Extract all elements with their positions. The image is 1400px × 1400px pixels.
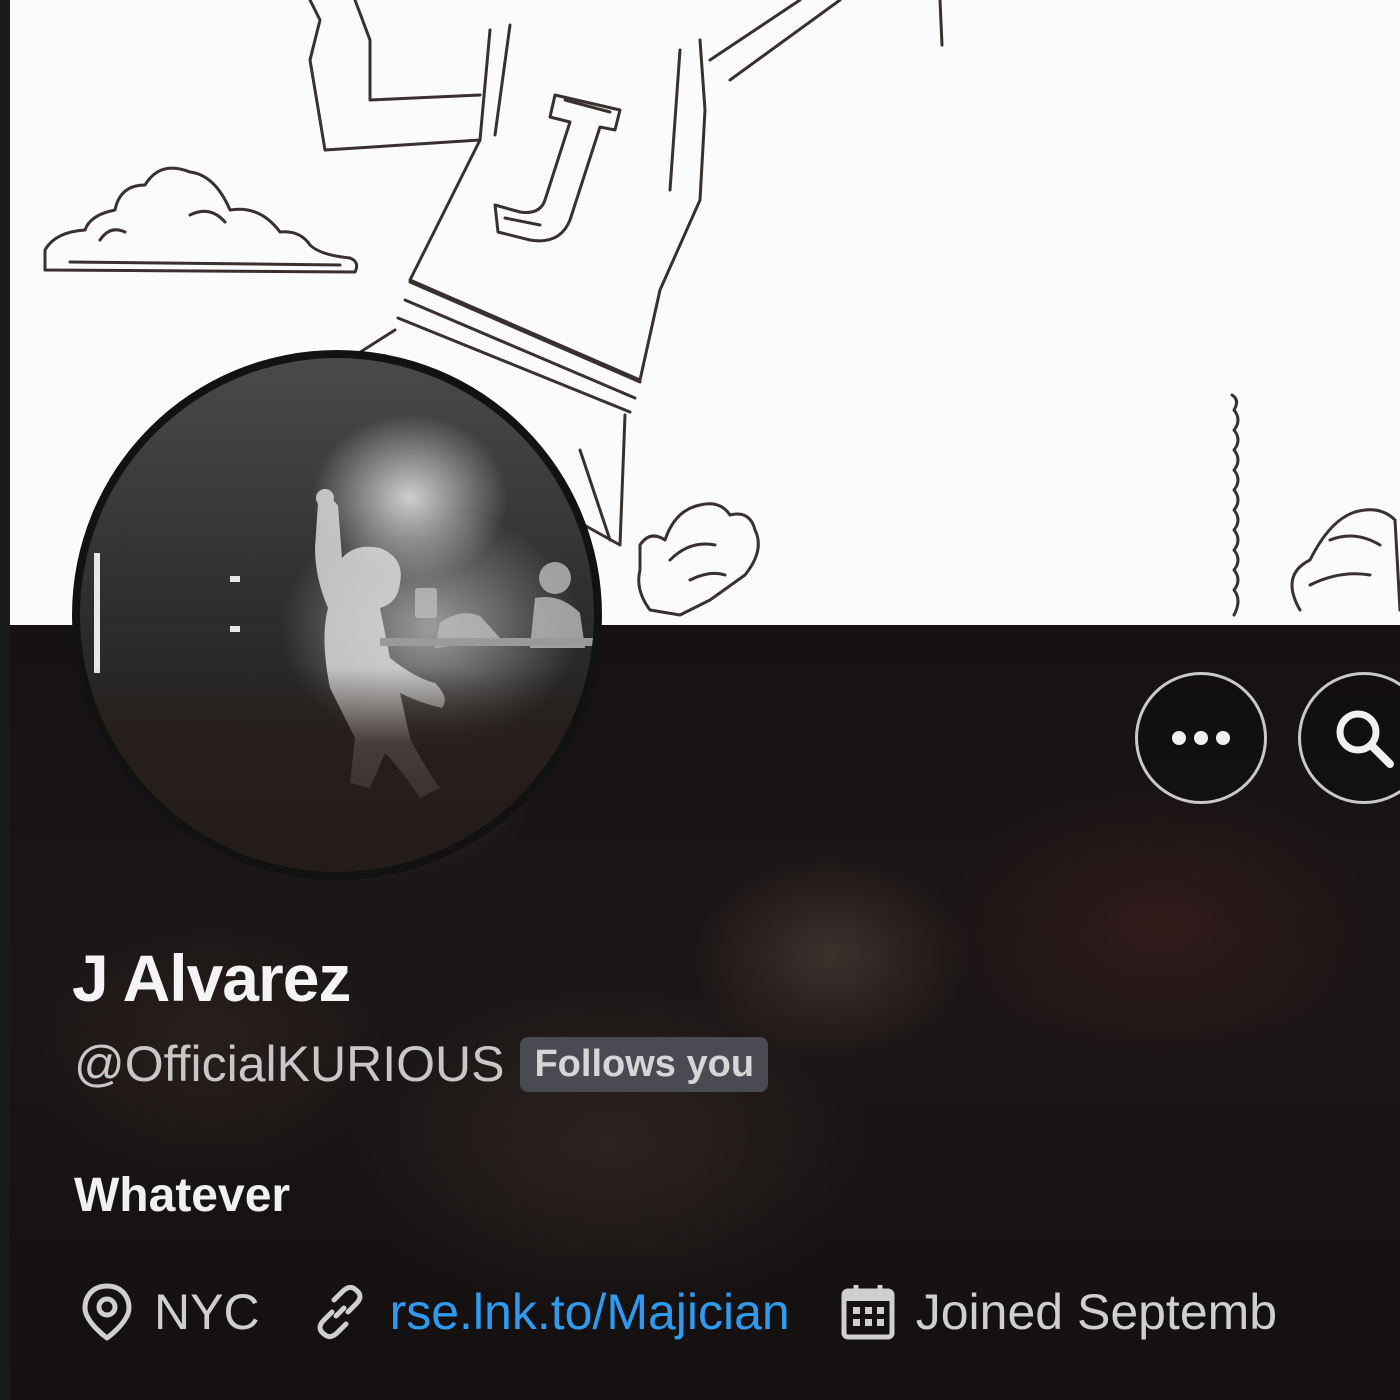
more-horizontal-icon — [1172, 731, 1230, 745]
link-icon — [310, 1282, 370, 1342]
location-text: NYC — [154, 1284, 260, 1340]
more-options-button[interactable] — [1135, 672, 1267, 804]
map-pin-icon — [80, 1282, 134, 1342]
avatar-performer-silhouette — [94, 489, 594, 798]
search-icon — [1336, 710, 1394, 768]
user-handle: @OfficialKURIOUS — [74, 1036, 505, 1092]
joined-item: Joined Septemb — [840, 1283, 1277, 1341]
website-item: rse.lnk.to/Majician — [310, 1282, 790, 1342]
profile-meta-row: NYC rse.lnk.to/Majician Joined Septemb — [80, 1282, 1327, 1342]
handle-row: @OfficialKURIOUS Follows you — [74, 1035, 769, 1093]
joined-date-text: Joined Septemb — [915, 1284, 1278, 1340]
screen-bezel — [0, 0, 10, 1400]
profile-bio: Whatever — [74, 1169, 291, 1222]
profile-screen: J Alvarez @OfficialKURIOUS Follows you W… — [0, 0, 1400, 1400]
avatar[interactable] — [72, 350, 602, 880]
follows-you-badge: Follows you — [520, 1036, 769, 1092]
display-name: J Alvarez — [72, 941, 351, 1015]
avatar-photo — [80, 358, 594, 872]
calendar-icon — [840, 1283, 896, 1341]
website-link[interactable]: rse.lnk.to/Majician — [390, 1283, 790, 1341]
location-item: NYC — [80, 1282, 260, 1342]
